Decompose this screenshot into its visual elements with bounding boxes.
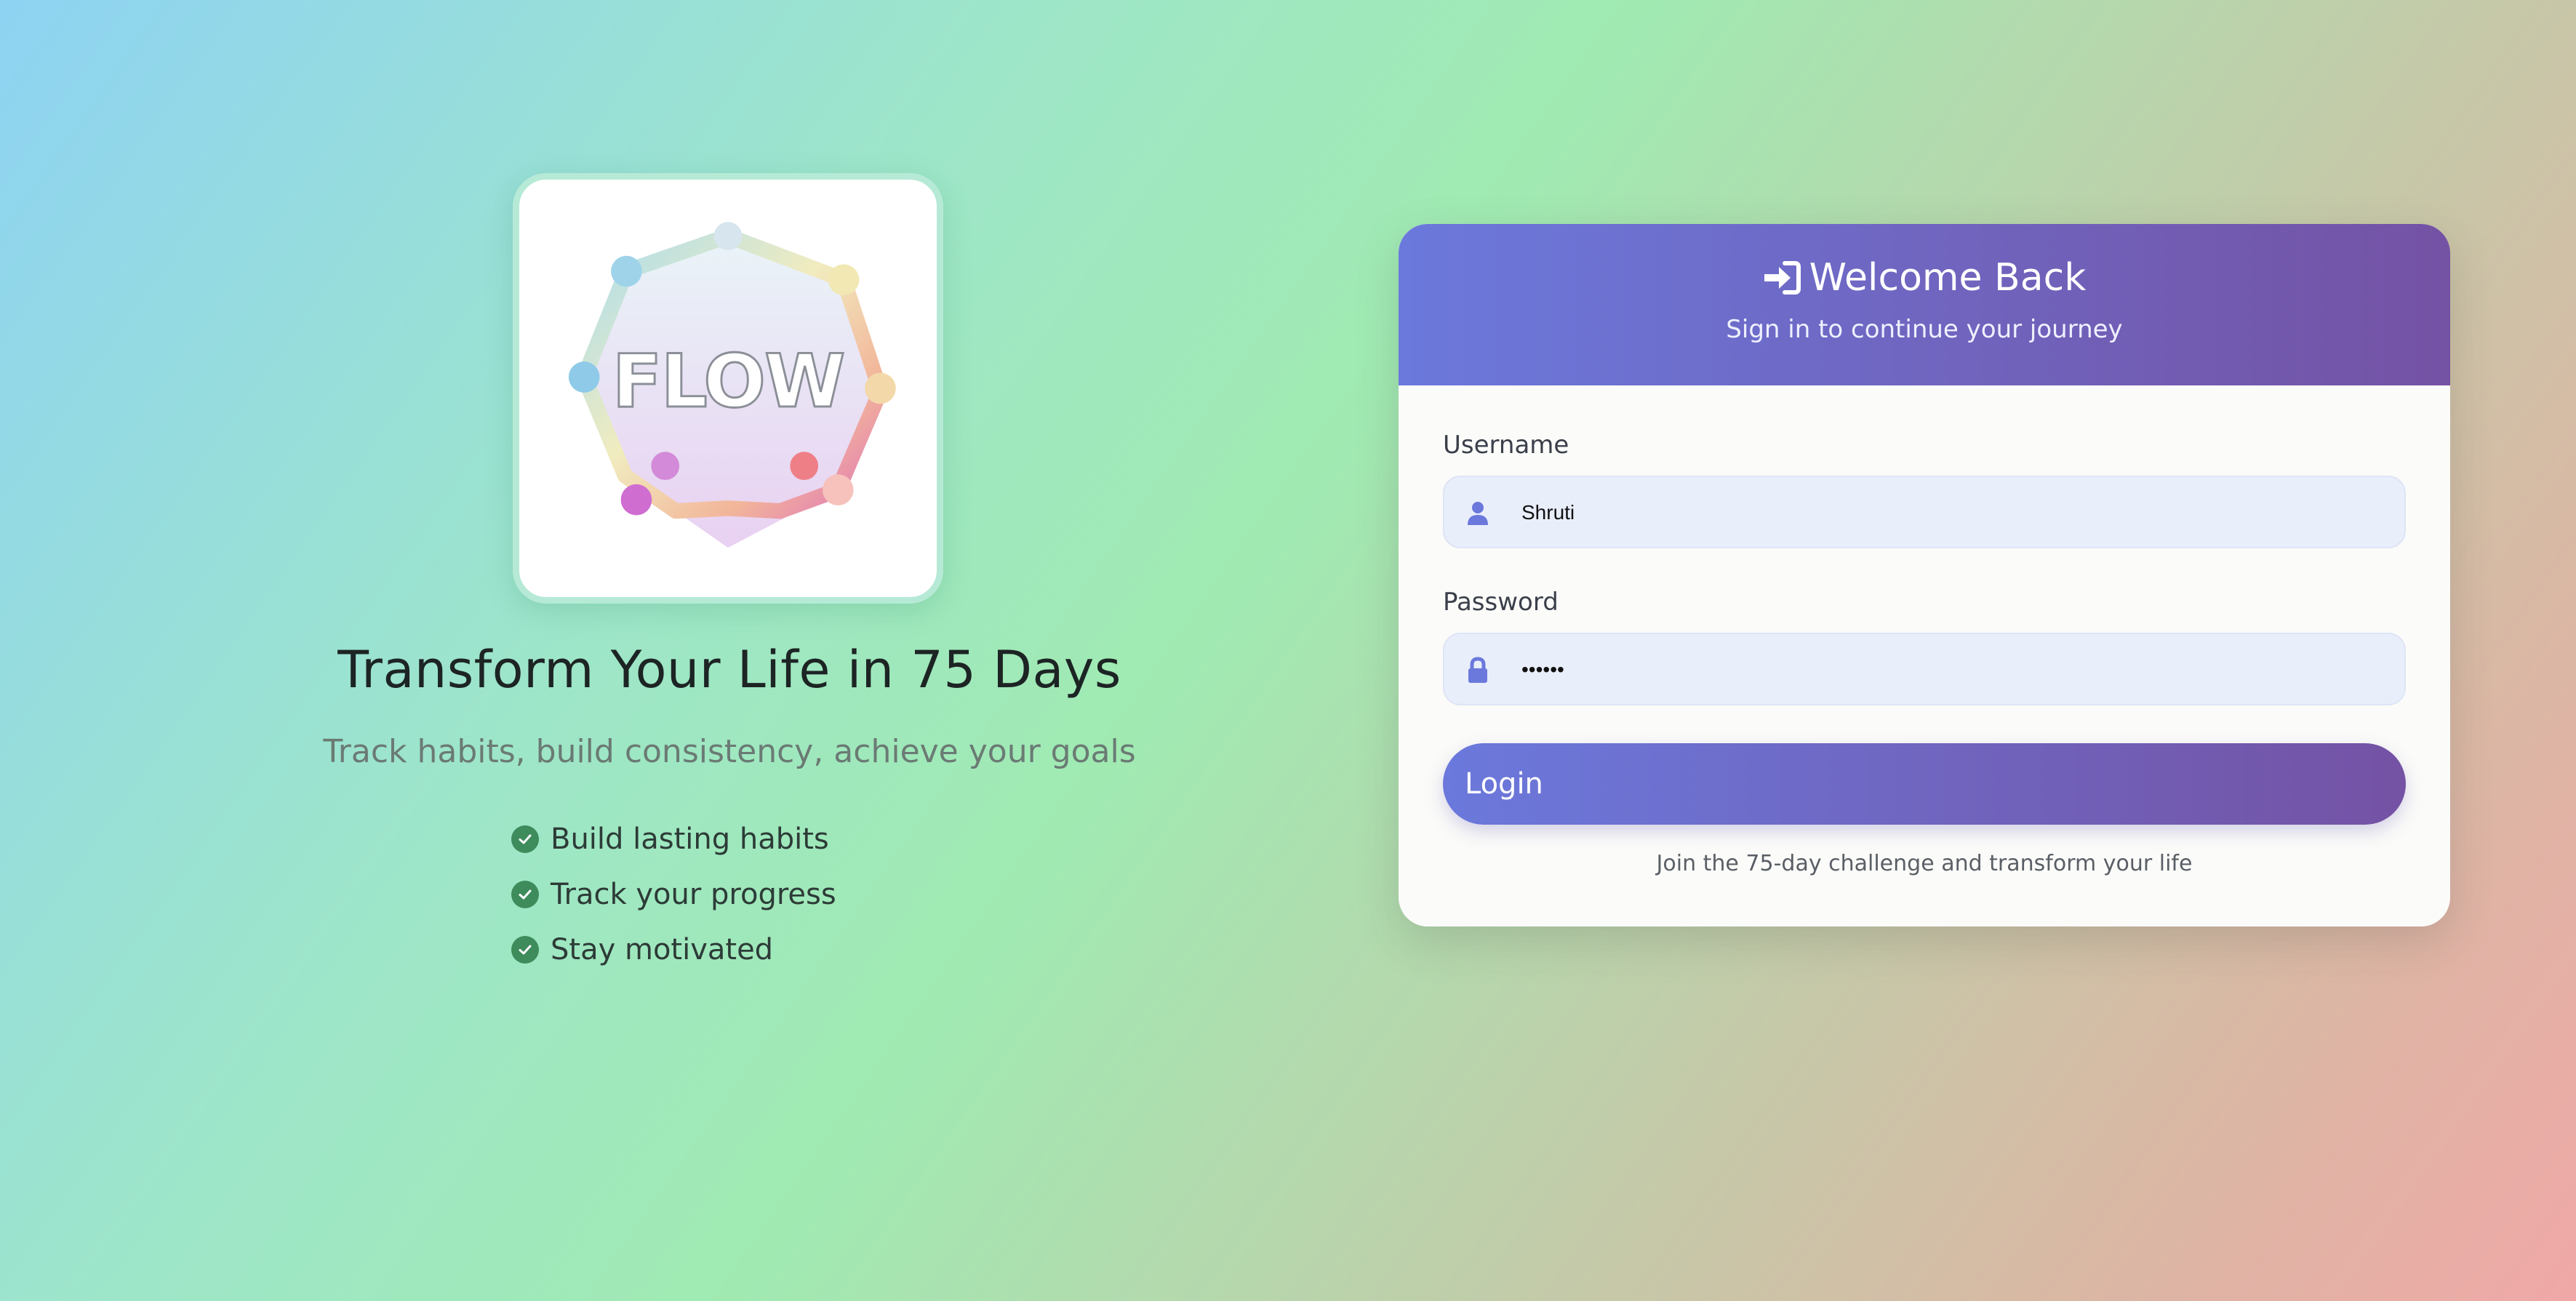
check-circle-icon — [511, 936, 539, 964]
flow-logo-icon: FLOW — [568, 222, 896, 548]
hero-title: Transform Your Life in 75 Days — [337, 640, 1121, 700]
login-button[interactable]: Login — [1443, 743, 2406, 825]
hero-subtitle: Track habits, build consistency, achieve… — [323, 733, 1136, 770]
feature-label: Stay motivated — [551, 933, 774, 966]
login-subtitle: Sign in to continue your journey — [1726, 315, 2123, 344]
feature-list: Build lasting habits Track your progress… — [511, 812, 836, 977]
feature-item: Track your progress — [511, 867, 836, 922]
login-header: Welcome Back Sign in to continue your jo… — [1399, 224, 2450, 385]
user-icon — [1468, 502, 1488, 525]
password-input[interactable] — [1520, 634, 2381, 705]
feature-label: Build lasting habits — [551, 822, 829, 856]
username-label: Username — [1443, 431, 1569, 460]
logo-text: FLOW — [612, 338, 844, 424]
feature-item: Stay motivated — [511, 922, 836, 977]
username-field-wrapper — [1443, 476, 2406, 548]
login-footer-text: Join the 75-day challenge and transform … — [1656, 851, 2193, 876]
password-label: Password — [1443, 588, 1559, 617]
feature-label: Track your progress — [551, 878, 836, 911]
login-title: Welcome Back — [1809, 256, 2087, 300]
check-circle-icon — [511, 881, 539, 908]
feature-item: Build lasting habits — [511, 812, 836, 867]
login-card: Welcome Back Sign in to continue your jo… — [1399, 224, 2450, 926]
lock-icon — [1468, 657, 1487, 683]
logo-card: FLOW — [513, 173, 943, 604]
username-input[interactable] — [1520, 477, 2381, 548]
check-circle-icon — [511, 825, 539, 853]
password-field-wrapper — [1443, 633, 2406, 705]
sign-in-icon — [1764, 261, 1801, 295]
